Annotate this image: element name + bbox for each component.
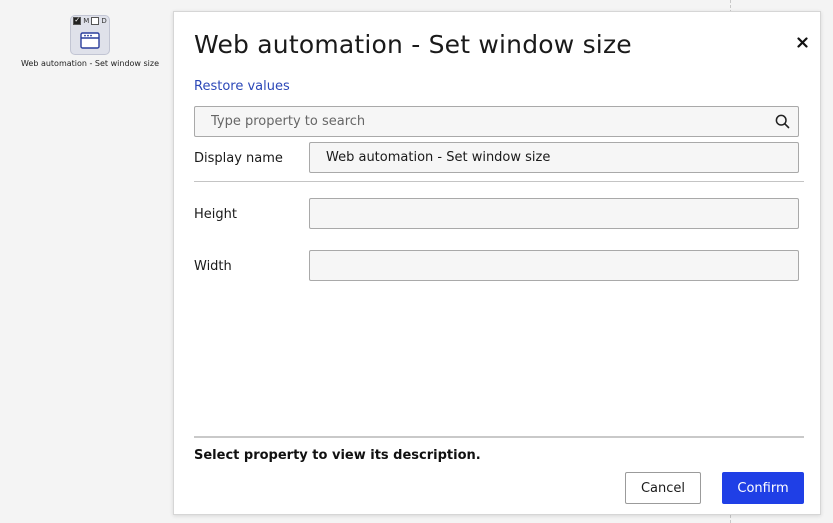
property-search	[194, 106, 799, 137]
browser-window-icon	[80, 31, 100, 49]
node-label: Web automation - Set window size	[20, 59, 160, 68]
search-input[interactable]	[195, 107, 766, 136]
display-name-field[interactable]	[309, 142, 799, 173]
workflow-node[interactable]: ✓ M D Web automation - Set window size	[14, 12, 166, 68]
properties-divider	[194, 181, 804, 182]
height-label: Height	[194, 207, 237, 222]
restore-values-link[interactable]: Restore values	[194, 79, 290, 94]
search-icon-button[interactable]	[766, 114, 798, 129]
flag-m-label: M	[83, 16, 90, 25]
cancel-button[interactable]: Cancel	[625, 472, 701, 504]
search-icon	[775, 114, 789, 129]
dialog-title: Web automation - Set window size	[194, 30, 632, 59]
width-field[interactable]	[309, 250, 799, 281]
flag-d-label: D	[101, 16, 107, 25]
display-name-label: Display name	[194, 151, 283, 166]
height-field[interactable]	[309, 198, 799, 229]
width-label: Width	[194, 259, 232, 274]
close-icon	[796, 36, 808, 48]
node-flags: ✓ M D	[70, 14, 110, 27]
confirm-button[interactable]: Confirm	[722, 472, 804, 504]
properties-dialog: Web automation - Set window size Restore…	[173, 11, 821, 515]
property-description: Select property to view its description.	[194, 448, 481, 463]
description-divider	[194, 436, 804, 438]
flag-d-checkbox[interactable]	[91, 16, 100, 25]
flag-m-checkbox[interactable]: ✓	[73, 16, 82, 25]
close-button[interactable]	[792, 32, 812, 52]
